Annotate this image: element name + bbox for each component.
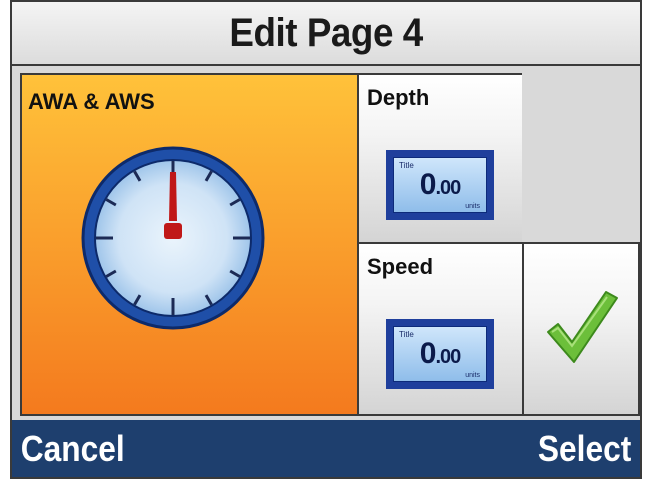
confirm-button[interactable] bbox=[522, 242, 640, 416]
depth-box-value: 0.00 bbox=[419, 168, 461, 201]
select-button[interactable]: Select bbox=[529, 428, 640, 470]
panel-awa-aws-label: AWA & AWS bbox=[28, 89, 155, 114]
depth-data-box-icon: Title 0.00 units bbox=[386, 150, 494, 220]
panel-empty bbox=[522, 73, 640, 245]
checkmark-icon bbox=[547, 291, 618, 363]
speed-box-units: units bbox=[465, 372, 480, 379]
speed-box-value: 0.00 bbox=[419, 337, 461, 370]
speed-data-box-icon: Title 0.00 units bbox=[386, 319, 494, 389]
page-title: Edit Page 4 bbox=[229, 10, 423, 55]
panel-speed-label: Speed bbox=[367, 254, 434, 279]
cancel-button[interactable]: Cancel bbox=[12, 428, 133, 470]
depth-box-units: units bbox=[465, 203, 480, 210]
panel-awa-aws[interactable]: AWA & AWS bbox=[20, 73, 359, 416]
title-bar: Edit Page 4 bbox=[12, 2, 640, 66]
display-screen: Edit Page 4 AWA & AWS Depth Title 0.00 u… bbox=[10, 0, 642, 479]
panel-depth[interactable]: Depth Title 0.00 units bbox=[357, 73, 524, 245]
panel-speed[interactable]: Speed Title 0.00 units bbox=[357, 242, 524, 416]
softkey-bar: Cancel Select bbox=[12, 420, 640, 477]
analog-dial-icon bbox=[81, 146, 265, 330]
panel-depth-label: Depth bbox=[367, 85, 430, 110]
